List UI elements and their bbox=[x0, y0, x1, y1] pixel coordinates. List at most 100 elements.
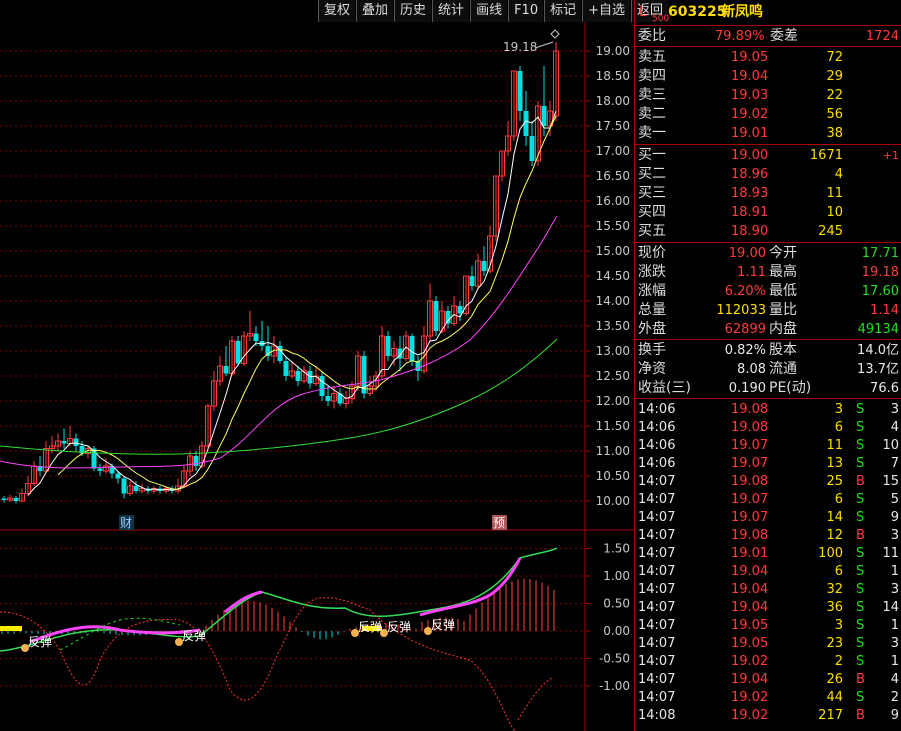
candle-body-down bbox=[265, 346, 271, 356]
ask-row: 卖一 19.01 38 bbox=[638, 125, 843, 141]
candle-body-down bbox=[121, 478, 127, 494]
candle-body-down bbox=[325, 396, 331, 401]
toolbar-btn-7[interactable]: +自选 bbox=[582, 0, 632, 22]
tick-row: 14:07 19.07 14 S 9 bbox=[638, 510, 899, 525]
fund-row: 换手 0.82% 股本 14.0亿 bbox=[638, 342, 899, 358]
rebound-signal-label: 反弹 bbox=[182, 629, 206, 643]
diamond-marker bbox=[550, 29, 560, 39]
tick-row: 14:07 19.05 23 S 3 bbox=[638, 636, 899, 651]
toolbar-btn-6[interactable]: 标记 bbox=[544, 0, 583, 22]
weibi-row: 委比 79.89% 委差 1724 bbox=[638, 28, 899, 44]
fund-row: 收益(三) 0.190 PE(动) 76.6 bbox=[638, 380, 899, 396]
candle-body-down bbox=[541, 106, 547, 126]
candle-body-down bbox=[61, 441, 67, 444]
price-axis-label: 17.00 bbox=[596, 144, 630, 158]
price-axis-label: 17.50 bbox=[596, 119, 630, 133]
toolbar-btn-3[interactable]: 统计 bbox=[432, 0, 471, 22]
toolbar-btn-4[interactable]: 画线 bbox=[470, 0, 509, 22]
quote-panel: L 500 603225 新凤鸣委比 79.89% 委差 1724 卖五 19.05 72 卖四 19… bbox=[634, 0, 901, 731]
ask-row: 卖四 19.04 29 bbox=[638, 68, 843, 84]
price-axis-label: 15.50 bbox=[596, 219, 630, 233]
price-axis-label: 10.50 bbox=[596, 469, 630, 483]
bid-row: 买四 18.91 10 bbox=[638, 204, 843, 220]
macd-axis-label: 1.00 bbox=[603, 569, 630, 583]
sep bbox=[635, 144, 901, 145]
candle-body-down bbox=[223, 366, 229, 374]
ma5-line bbox=[27, 110, 557, 496]
high-price-label: 19.18 bbox=[503, 40, 537, 54]
price-axis-label: 18.50 bbox=[596, 69, 630, 83]
candle-body-down bbox=[115, 473, 121, 479]
candle-body-down bbox=[235, 341, 241, 364]
candle-body-down bbox=[295, 371, 301, 381]
toolbar-btn-2[interactable]: 历史 bbox=[394, 0, 433, 22]
price-axis-label: 12.00 bbox=[596, 394, 630, 408]
ma20-line bbox=[0, 215, 558, 469]
macd-axis-label: 1.50 bbox=[603, 542, 630, 556]
sep bbox=[635, 398, 901, 399]
price-axis-label: 12.50 bbox=[596, 369, 630, 383]
candle-body-down bbox=[433, 301, 439, 331]
price-axis-label: 14.50 bbox=[596, 269, 630, 283]
signal-block bbox=[0, 626, 22, 631]
toolbar-btn-5[interactable]: F10 bbox=[508, 0, 545, 22]
sep bbox=[635, 242, 901, 243]
price-axis-label: 18.00 bbox=[596, 94, 630, 108]
app-root: 19.00 18.50 18.00 17.50 17.00 16.50 16.00 15.50… bbox=[0, 0, 901, 731]
tick-row: 14:07 19.02 2 S 1 bbox=[638, 654, 899, 669]
candle-body-down bbox=[193, 456, 199, 466]
tick-row: 14:07 19.04 32 S 3 bbox=[638, 582, 899, 597]
sep bbox=[635, 46, 901, 47]
candle-body-down bbox=[307, 371, 313, 384]
ask-row: 卖五 19.05 72 bbox=[638, 49, 843, 65]
price-axis-label: 16.50 bbox=[596, 169, 630, 183]
quote-row: 总量 112033 量比 1.14 bbox=[638, 302, 899, 318]
price-axis-label: 10.00 bbox=[596, 494, 630, 508]
high-arrow bbox=[534, 41, 554, 49]
rebound-signal-label: 反弹 bbox=[358, 620, 382, 634]
quote-row: 涨幅 6.20% 最低 17.60 bbox=[638, 283, 899, 299]
tick-row: 14:07 19.08 25 B 15 bbox=[638, 474, 899, 489]
dif-line bbox=[0, 547, 558, 652]
bid-row: 买二 18.96 4 bbox=[638, 166, 843, 182]
macd-axis-label: 0.50 bbox=[603, 597, 630, 611]
ask-row: 卖三 19.03 22 bbox=[638, 87, 843, 103]
tick-row: 14:06 19.07 11 S 10 bbox=[638, 438, 899, 453]
rebound-signal-label: 反弹 bbox=[28, 635, 52, 649]
tick-row: 14:07 19.08 12 B 3 bbox=[638, 528, 899, 543]
tick-row: 14:08 19.02 217 B 9 bbox=[638, 708, 899, 723]
candle-body-down bbox=[283, 361, 289, 376]
rebound-signal-label: 反弹 bbox=[387, 620, 411, 634]
quote-row: 外盘 62899 内盘 49134 bbox=[638, 321, 899, 337]
sep bbox=[635, 25, 901, 26]
toolbar-btn-0[interactable]: 复权 bbox=[318, 0, 357, 22]
rebound-signal-label: 反弹 bbox=[431, 618, 455, 632]
candle-body-down bbox=[253, 333, 259, 341]
tick-row: 14:07 19.07 6 S 5 bbox=[638, 492, 899, 507]
stock-header: L 500 603225 新凤鸣 bbox=[639, 4, 763, 24]
candle-body-down bbox=[319, 376, 325, 396]
candle-body-down bbox=[97, 468, 103, 471]
candle-body-down bbox=[133, 486, 139, 491]
quote-row: 现价 19.00 今开 17.71 bbox=[638, 245, 899, 261]
yu-marker: 预 bbox=[493, 516, 505, 530]
candle-body-down bbox=[517, 71, 523, 111]
quote-row: 涨跌 1.11 最高 19.18 bbox=[638, 264, 899, 280]
sep bbox=[635, 339, 901, 340]
tick-row: 14:06 19.08 6 S 4 bbox=[638, 420, 899, 435]
dea-tail bbox=[517, 677, 553, 721]
ask-row: 卖二 19.02 56 bbox=[638, 106, 843, 122]
kline-chart[interactable]: 19.00 18.50 18.00 17.50 17.00 16.50 16.00 15.50… bbox=[0, 0, 634, 731]
toolbar-btn-1[interactable]: 叠加 bbox=[356, 0, 395, 22]
candle-body-down bbox=[73, 438, 79, 446]
macd-axis-label: -1.00 bbox=[599, 679, 630, 693]
bid-row: 买三 18.93 11 bbox=[638, 185, 843, 201]
macd-axis-label: 0.00 bbox=[603, 624, 630, 638]
tick-row: 14:06 19.08 3 S 3 bbox=[638, 402, 899, 417]
price-axis-label: 11.00 bbox=[596, 444, 630, 458]
dif-up-segment bbox=[29, 625, 201, 644]
bid-row: 买一 19.00 1671 +1 bbox=[638, 147, 899, 163]
ma10-line bbox=[57, 115, 557, 491]
tick-row: 14:07 19.02 44 S 2 bbox=[638, 690, 899, 705]
price-axis-label: 11.50 bbox=[596, 419, 630, 433]
